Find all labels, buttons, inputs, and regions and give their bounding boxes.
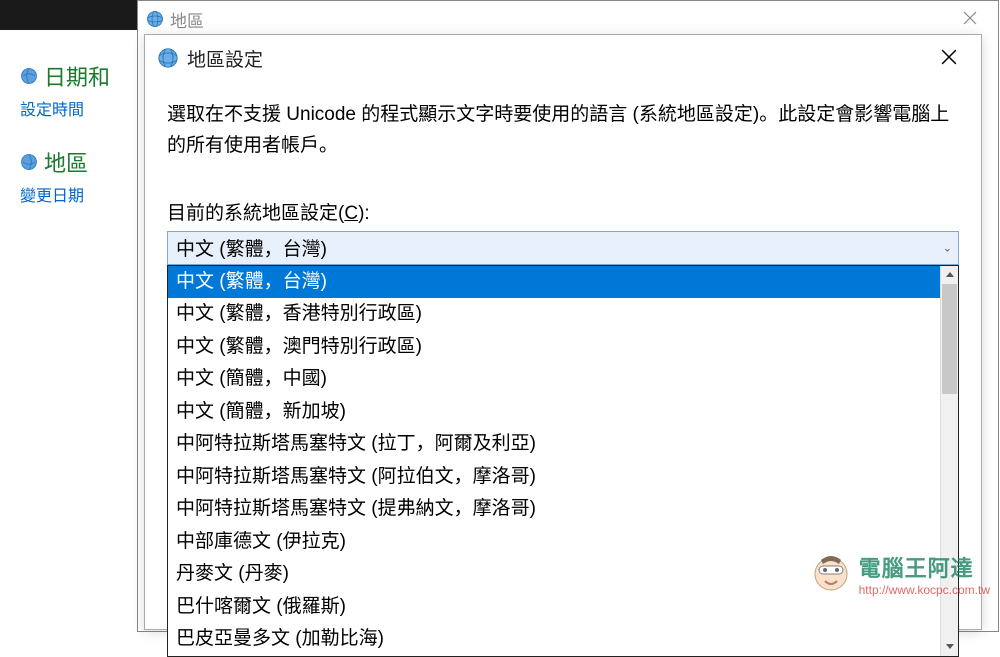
dropdown-option[interactable]: 中阿特拉斯塔馬塞特文 (阿拉伯文，摩洛哥): [168, 461, 940, 494]
clock-icon: [20, 67, 38, 85]
dropdown-option[interactable]: 中文 (簡體，新加坡): [168, 396, 940, 429]
sidebar-item-datetime[interactable]: 日期和 設定時間: [20, 60, 139, 120]
chevron-down-icon: ⌄: [943, 241, 952, 254]
sidebar-datetime-title: 日期和: [44, 60, 110, 92]
sidebar-region-title: 地區: [44, 146, 88, 178]
dropdown-option[interactable]: 中阿特拉斯塔馬塞特文 (拉丁，阿爾及利亞): [168, 428, 940, 461]
chevron-down-icon: [946, 644, 954, 649]
sidebar-region-sub: 變更日期: [20, 182, 139, 206]
scrollbar[interactable]: [940, 266, 958, 656]
globe-icon: [20, 153, 38, 171]
dropdown-option[interactable]: 中文 (繁體，香港特別行政區): [168, 298, 940, 331]
dropdown-option[interactable]: 中文 (簡體，中國): [168, 363, 940, 396]
scroll-track[interactable]: [941, 284, 958, 638]
dialog-title: 地區設定: [187, 45, 263, 72]
region-settings-dialog: 地區設定 選取在不支援 Unicode 的程式顯示文字時要使用的語言 (系統地區…: [144, 34, 982, 630]
dropdown-option[interactable]: 中文 (繁體，台灣): [168, 266, 940, 299]
region-window-title: 地區: [170, 7, 204, 32]
settings-sidebar: 日期和 設定時間 地區 變更日期: [0, 0, 140, 632]
globe-icon: [157, 47, 179, 69]
dropdown-option[interactable]: 中阿特拉斯塔馬塞特文 (提弗納文，摩洛哥): [168, 493, 940, 526]
dialog-close-button[interactable]: [929, 45, 969, 71]
scroll-up-button[interactable]: [941, 266, 958, 284]
chevron-up-icon: [946, 272, 954, 277]
sidebar-datetime-sub: 設定時間: [20, 96, 139, 120]
dropdown-list: 中文 (繁體，台灣)中文 (繁體，香港特別行政區)中文 (繁體，澳門特別行政區)…: [168, 266, 940, 656]
locale-combobox[interactable]: 中文 (繁體，台灣) ⌄: [167, 231, 959, 265]
sidebar-item-region[interactable]: 地區 變更日期: [20, 146, 139, 206]
dropdown-option[interactable]: 巴皮亞曼多文 (加勒比海): [168, 623, 940, 656]
close-button[interactable]: [950, 9, 990, 30]
region-titlebar: 地區: [138, 1, 998, 37]
locale-dropdown: 中文 (繁體，台灣)中文 (繁體，香港特別行政區)中文 (繁體，澳門特別行政區)…: [167, 265, 959, 657]
dropdown-option[interactable]: 中文 (繁體，澳門特別行政區): [168, 331, 940, 364]
dialog-titlebar: 地區設定: [145, 35, 981, 81]
close-icon: [963, 11, 977, 25]
top-dark-bar: [0, 0, 140, 30]
close-icon: [941, 49, 957, 65]
dialog-description: 選取在不支援 Unicode 的程式顯示文字時要使用的語言 (系統地區設定)。此…: [167, 99, 959, 162]
dropdown-option[interactable]: 巴什喀爾文 (俄羅斯): [168, 591, 940, 624]
locale-label: 目前的系統地區設定(C):: [167, 198, 959, 225]
dropdown-option[interactable]: 丹麥文 (丹麥): [168, 558, 940, 591]
globe-icon: [146, 10, 164, 28]
scroll-down-button[interactable]: [941, 638, 958, 656]
scroll-thumb[interactable]: [942, 284, 957, 394]
dropdown-option[interactable]: 中部庫德文 (伊拉克): [168, 526, 940, 559]
combobox-selected-value: 中文 (繁體，台灣): [176, 234, 327, 261]
